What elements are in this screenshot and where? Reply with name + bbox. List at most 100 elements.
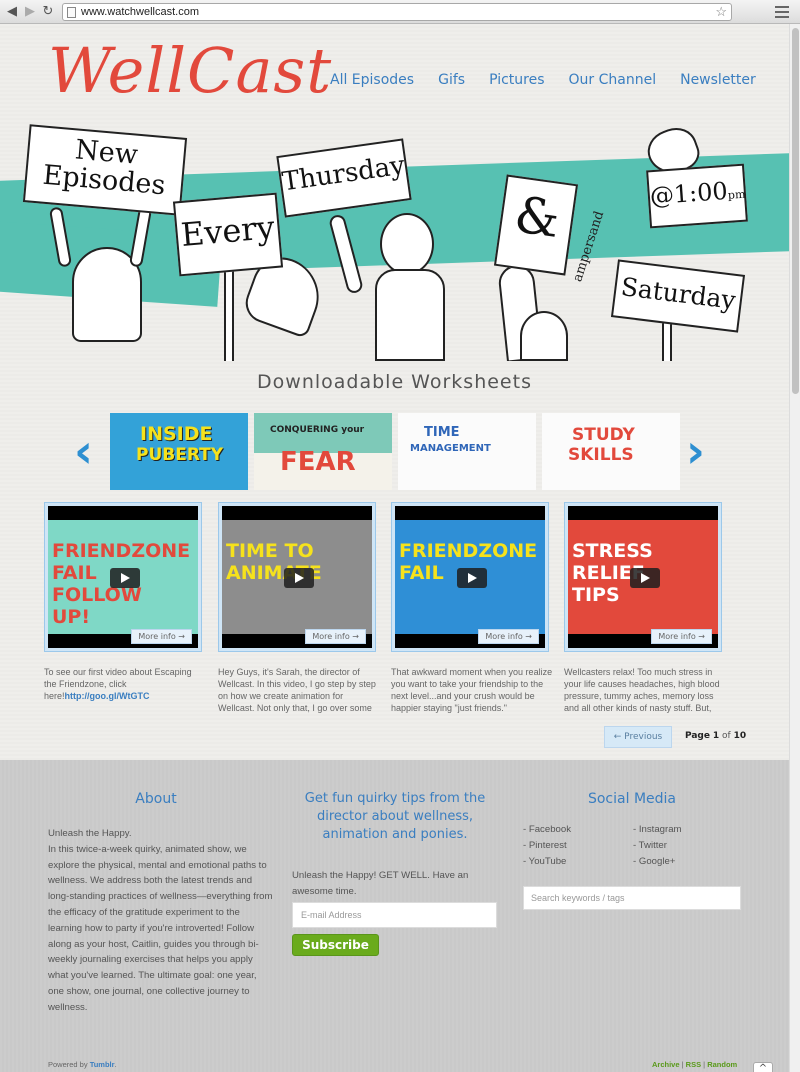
site-logo[interactable]: WellCast [48,34,332,107]
carousel-prev-arrow-icon[interactable]: ‹ [74,428,93,474]
scrollbar-thumb[interactable] [792,28,799,394]
worksheet-title: CONQUERING your [270,425,365,435]
previous-page-button[interactable]: ← Previous [604,726,672,748]
powered-prefix: Powered by [48,1060,88,1069]
social-list-right: - Instagram - Twitter - Google+ [633,822,682,869]
link-separator: | [681,1060,684,1069]
worksheet-subtitle: FEAR [280,447,356,477]
about-text: Unleash the Happy. In this twice-a-week … [48,826,274,1016]
page-indicator: Page 1 of 10 [685,731,746,741]
newsletter-heading: Get fun quirky tips from the director ab… [304,791,486,842]
worksheet-time-management[interactable]: TIME MANAGEMENT [398,413,536,490]
back-to-top-icon[interactable]: ^ [753,1062,773,1072]
video-thumbnail[interactable]: FRIENDZONE FAIL FOLLOW UP! More info → [48,506,198,648]
random-link[interactable]: Random [707,1060,737,1069]
carousel-next-arrow-icon[interactable]: › [686,428,705,474]
video-thumbnail[interactable]: FRIENDZONE FAIL More info → [395,506,545,648]
nav-pictures[interactable]: Pictures [489,72,544,88]
archive-link[interactable]: Archive [652,1060,680,1069]
back-icon[interactable]: ◀ [4,4,20,20]
page: WellCast All Episodes Gifs Pictures Our … [0,24,789,1072]
social-heading: Social Media [587,791,676,807]
of-label: of [722,731,731,741]
nav-our-channel[interactable]: Our Channel [569,72,657,88]
hero-banner: New Episodes Every Thursday & ampersand … [0,119,789,361]
social-pinterest-link[interactable]: - Pinterest [523,838,571,854]
sign-saturday: Saturday [610,259,746,333]
search-input[interactable] [523,886,741,910]
sign-stick [662,319,672,361]
character-screaming [380,213,434,275]
link-separator: | [703,1060,706,1069]
more-info-button[interactable]: More info → [305,629,366,644]
sign-new-episodes: New Episodes [22,124,188,216]
play-icon[interactable] [630,568,660,588]
worksheet-title: STUDY [572,425,635,445]
subscribe-button[interactable]: Subscribe [292,934,379,956]
scrollbar[interactable] [789,24,800,1072]
social-facebook-link[interactable]: - Facebook [523,822,571,838]
video-thumb-title: TIME TO ANIMATE [226,540,322,584]
page-label: Page [685,731,710,741]
main-nav: All Episodes Gifs Pictures Our Channel N… [330,72,780,88]
video-description: Wellcasters relax! Too much stress in yo… [564,667,720,713]
worksheet-subtitle: SKILLS [568,445,634,465]
video-card[interactable]: FRIENDZONE FAIL More info → [391,502,549,652]
nav-all-episodes[interactable]: All Episodes [330,72,414,88]
reload-icon[interactable]: ↻ [40,4,56,20]
nav-gifs[interactable]: Gifs [438,72,465,88]
newsletter-text: Unleash the Happy! GET WELL. Have an awe… [292,870,469,897]
video-card[interactable]: FRIENDZONE FAIL FOLLOW UP! More info → [44,502,202,652]
sign-pm-text: pm [727,187,746,202]
worksheet-title: TIME [424,425,460,440]
play-icon[interactable] [284,568,314,588]
footer: About Unleash the Happy. In this twice-a… [0,760,789,1072]
video-thumbnail[interactable]: STRESS RELIEF TIPS More info → [568,506,718,648]
bookmark-star-icon[interactable]: ☆ [715,4,727,20]
video-card[interactable]: TIME TO ANIMATE More info → [218,502,376,652]
play-icon[interactable] [110,568,140,588]
tumblr-link[interactable]: Tumblr [90,1060,115,1069]
worksheets-title: Downloadable Worksheets [257,371,532,393]
worksheet-conquering-fear[interactable]: CONQUERING your FEAR [254,413,392,490]
play-icon[interactable] [457,568,487,588]
video-description: Hey Guys, it's Sarah, the director of We… [218,667,376,713]
video-desc-link[interactable]: http://goo.gl/WtGTC [65,691,150,701]
more-info-button[interactable]: More info → [131,629,192,644]
total-pages: 10 [733,731,747,741]
forward-icon[interactable]: ▶ [22,4,38,20]
video-description: To see our first video about Escaping th… [44,666,206,718]
footer-links: Archive | RSS | Random [652,1060,737,1069]
worksheet-study-skills[interactable]: STUDY SKILLS [542,413,680,490]
sign-time: @1:00pm [646,163,748,229]
url-text: www.watchwellcast.com [81,6,199,18]
video-card[interactable]: STRESS RELIEF TIPS More info → [564,502,722,652]
page-icon [67,7,76,18]
more-info-button[interactable]: More info → [478,629,539,644]
more-info-button[interactable]: More info → [651,629,712,644]
social-youtube-link[interactable]: - YouTube [523,854,571,870]
email-field[interactable] [292,902,497,928]
nav-newsletter[interactable]: Newsletter [680,72,756,88]
powered-by: Powered by Tumblr. [48,1060,117,1069]
social-list-left: - Facebook - Pinterest - YouTube [523,822,571,869]
worksheet-inside-puberty[interactable]: INSIDE PUBERTY [110,413,248,490]
rss-link[interactable]: RSS [686,1060,701,1069]
worksheet-subtitle: MANAGEMENT [410,443,491,454]
sign-stick [224,269,234,361]
social-googleplus-link[interactable]: - Google+ [633,854,682,870]
character-body [375,269,445,361]
worksheet-title: INSIDE [140,423,213,445]
video-thumbnail[interactable]: TIME TO ANIMATE More info → [222,506,372,648]
sign-ampersand: & [493,174,579,276]
about-text-content: Unleash the Happy. In this twice-a-week … [48,828,273,1013]
video-description: That awkward moment when you realize you… [391,667,553,713]
social-twitter-link[interactable]: - Twitter [633,838,682,854]
about-heading: About [135,791,177,807]
sign-time-text: @1:00 [648,176,729,211]
hamburger-menu-icon[interactable] [775,6,789,18]
creature-head [520,311,568,361]
worksheet-subtitle: PUBERTY [136,445,224,465]
social-instagram-link[interactable]: - Instagram [633,822,682,838]
address-bar[interactable]: www.watchwellcast.com ☆ [62,3,732,21]
